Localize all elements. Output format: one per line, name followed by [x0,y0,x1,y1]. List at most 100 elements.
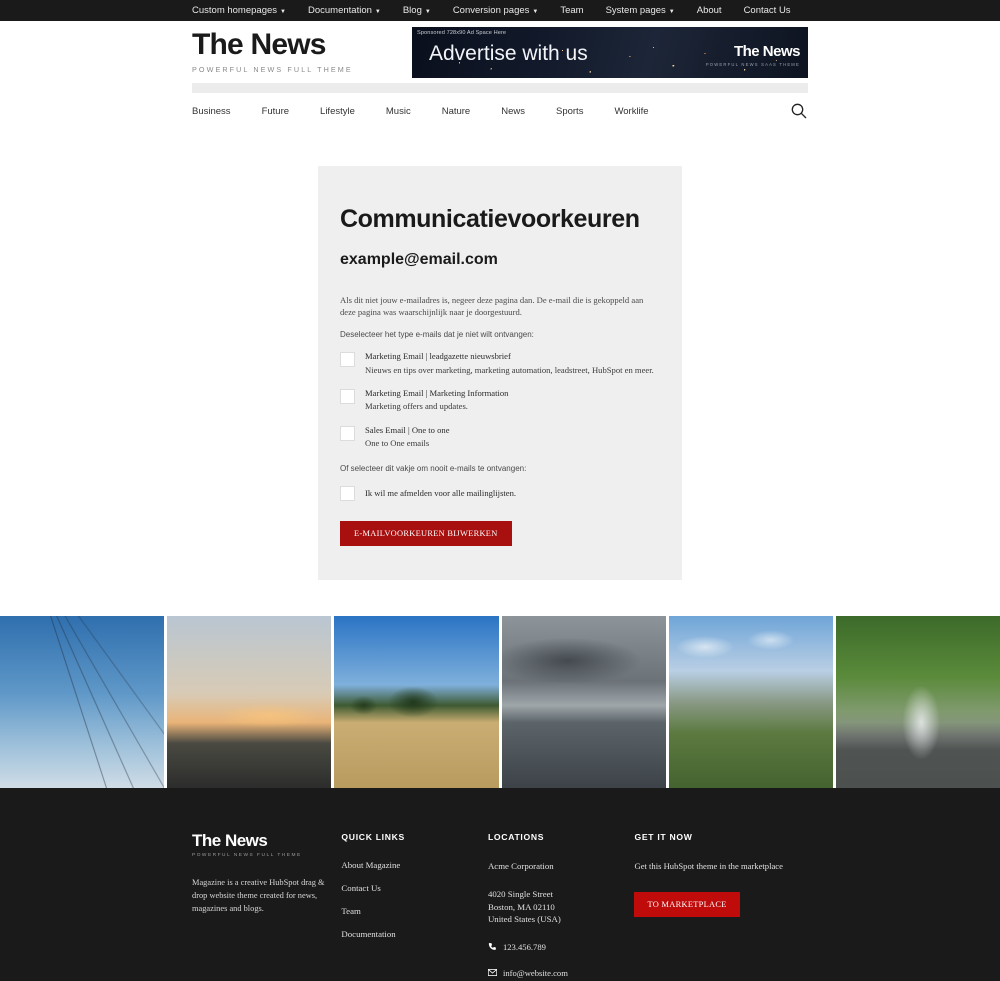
subscription-option: Sales Email | One to one One to One emai… [340,425,660,450]
ad-sponsored-label: Sponsored 728x90 Ad Space Here [417,29,507,36]
footer-email[interactable]: info@website.com [487,967,635,978]
footer-company-name: Acme Corporation [487,860,554,871]
gallery-image-detail [501,615,666,788]
update-preferences-button[interactable]: E-MAILVOORKEUREN BIJWERKEN [340,520,512,546]
footer-phone[interactable]: 123.456.789 [488,942,635,952]
category-item-worklife[interactable]: Worklife [614,106,648,117]
subscription-option-title: Marketing Email | Marketing Information [365,388,509,399]
topnav-item-custom-homepages[interactable]: Custom homepages ▼ [192,5,286,16]
chevron-down-icon: ▼ [668,8,675,15]
gallery-image-detail [668,615,833,788]
footer-brand-description: Magazine is a creative HubSpot drag & dr… [192,877,325,913]
page-title: Communicatievoorkeuren [340,205,640,233]
footer-brand-column: The News POWERFUL NEWS FULL THEME Magazi… [192,832,341,978]
header-divider [192,83,808,93]
preferences-card: Communicatievoorkeuren example@email.com… [318,166,682,580]
site-logo-title: The News [192,28,326,61]
footer-address: 4020 Single Street Boston, MA 02110 Unit… [488,888,635,925]
topnav-label: Custom homepages [192,5,278,16]
chevron-down-icon: ▼ [424,8,431,15]
gallery-image-powerlines[interactable] [0,615,165,788]
gallery-image-coastal-cliff[interactable] [668,615,833,788]
category-item-lifestyle[interactable]: Lifestyle [320,106,355,117]
unsubscribe-row: Ik wil me afmelden voor alle mailinglijs… [340,485,660,501]
site-logo[interactable]: The News POWERFUL NEWS FULL THEME [192,28,412,75]
site-header: The News POWERFUL NEWS FULL THEME Sponso… [0,21,1000,83]
subscription-option-description: Marketing offers and updates. [365,401,468,412]
topnav-item-system-pages[interactable]: System pages ▼ [606,5,675,16]
topnav-item-documentation[interactable]: Documentation ▼ [308,5,381,16]
envelope-icon [487,969,497,977]
footer-address-line-3: United States (USA) [487,914,561,925]
gallery-image-tree-road[interactable] [835,615,1000,788]
footer-link-about-magazine[interactable]: About Magazine [341,860,488,870]
footer-link-documentation[interactable]: Documentation [341,929,488,939]
subscription-checkbox-marketing-information[interactable] [340,389,355,405]
footer-locations-heading: LOCATIONS [487,831,545,842]
footer-logo-title: The News [192,830,268,850]
unsubscribe-all-checkbox[interactable] [340,485,355,501]
subscription-option-text: Sales Email | One to one One to One emai… [365,425,450,450]
ad-headline: Advertise with us [429,41,588,65]
category-item-music[interactable]: Music [386,106,411,117]
search-icon[interactable] [790,102,808,120]
subscription-option-description: Nieuws en tips over marketing, marketing… [365,364,654,375]
topnav-label: About [696,5,722,16]
subscription-option-text: Marketing Email | leadgazette nieuwsbrie… [365,351,654,376]
topnav-item-conversion-pages[interactable]: Conversion pages ▼ [453,5,539,16]
phone-icon [488,942,496,951]
unsubscribe-note: Of selecteer dit vakje om nooit e-mails … [340,463,527,473]
top-navigation-bar: Custom homepages ▼ Documentation ▼ Blog … [0,0,1000,21]
subscription-checkbox-sales-one-to-one[interactable] [340,425,355,441]
footer-link-team[interactable]: Team [341,906,488,916]
image-gallery [0,615,1000,788]
chevron-down-icon: ▼ [280,8,286,15]
footer-logo-tagline: POWERFUL NEWS FULL THEME [192,852,302,858]
subscription-option-description: One to One emails [365,438,430,449]
topnav-item-contact-us[interactable]: Contact Us [744,5,791,16]
footer-email-address: info@website.com [502,967,568,978]
footer-phone-number: 123.456.789 [502,941,546,952]
category-item-news[interactable]: News [501,106,525,117]
topnav-item-blog[interactable]: Blog ▼ [403,5,431,16]
gallery-image-field[interactable] [334,615,499,788]
site-logo-tagline: POWERFUL NEWS FULL THEME [192,65,353,74]
topnav-label: System pages [605,5,666,16]
preferences-instruction: Deselecteer het type e-mails dat je niet… [340,330,534,340]
subscription-option-text: Marketing Email | Marketing Information … [365,388,508,413]
gallery-image-detail [334,615,499,788]
header-divider-wrap [0,83,1000,93]
site-footer: The News POWERFUL NEWS FULL THEME Magazi… [0,787,1000,981]
footer-link-contact-us[interactable]: Contact Us [341,883,488,893]
preferences-note: Als dit niet jouw e-mailadres is, negeer… [340,294,644,317]
unsubscribe-all-label: Ik wil me afmelden voor alle mailinglijs… [365,487,517,498]
footer-address-line-2: Boston, MA 02110 [487,901,555,912]
category-item-future[interactable]: Future [262,106,289,117]
topnav-label: Blog [402,5,422,16]
footer-locations-column: LOCATIONS Acme Corporation 4020 Single S… [487,831,635,978]
subscription-option-title: Sales Email | One to one [365,424,450,435]
ad-logo: The News POWERFUL NEWS SAAS THEME [706,42,801,67]
main-content: Communicatievoorkeuren example@email.com… [0,129,1000,580]
category-item-nature[interactable]: Nature [442,106,471,117]
footer-quick-links-column: QUICK LINKS About Magazine Contact Us Te… [341,832,488,978]
footer-columns: The News POWERFUL NEWS FULL THEME Magazi… [192,832,808,978]
footer-get-heading: GET IT NOW [634,831,693,842]
subscriber-email: example@email.com [340,250,498,268]
topnav-label: Conversion pages [452,5,530,16]
gallery-image-detail [167,615,332,788]
subscription-checkbox-marketing-newsletter[interactable] [340,352,355,368]
subscription-options-list: Marketing Email | leadgazette nieuwsbrie… [340,351,660,449]
topnav-label: Contact Us [743,5,791,16]
gallery-image-sunset-road[interactable] [167,615,332,788]
category-item-business[interactable]: Business [192,106,231,117]
footer-get-description: Get this HubSpot theme in the marketplac… [634,860,783,871]
advertisement-banner[interactable]: Sponsored 728x90 Ad Space Here Advertise… [412,26,808,78]
ad-logo-title: The News [733,42,801,60]
gallery-image-stormy-sea[interactable] [501,615,666,788]
topnav-label: Team [560,5,584,16]
category-item-sports[interactable]: Sports [556,106,583,117]
topnav-item-team[interactable]: Team [560,5,583,16]
topnav-item-about[interactable]: About [697,5,722,16]
to-marketplace-button[interactable]: TO MARKETPLACE [634,892,740,918]
